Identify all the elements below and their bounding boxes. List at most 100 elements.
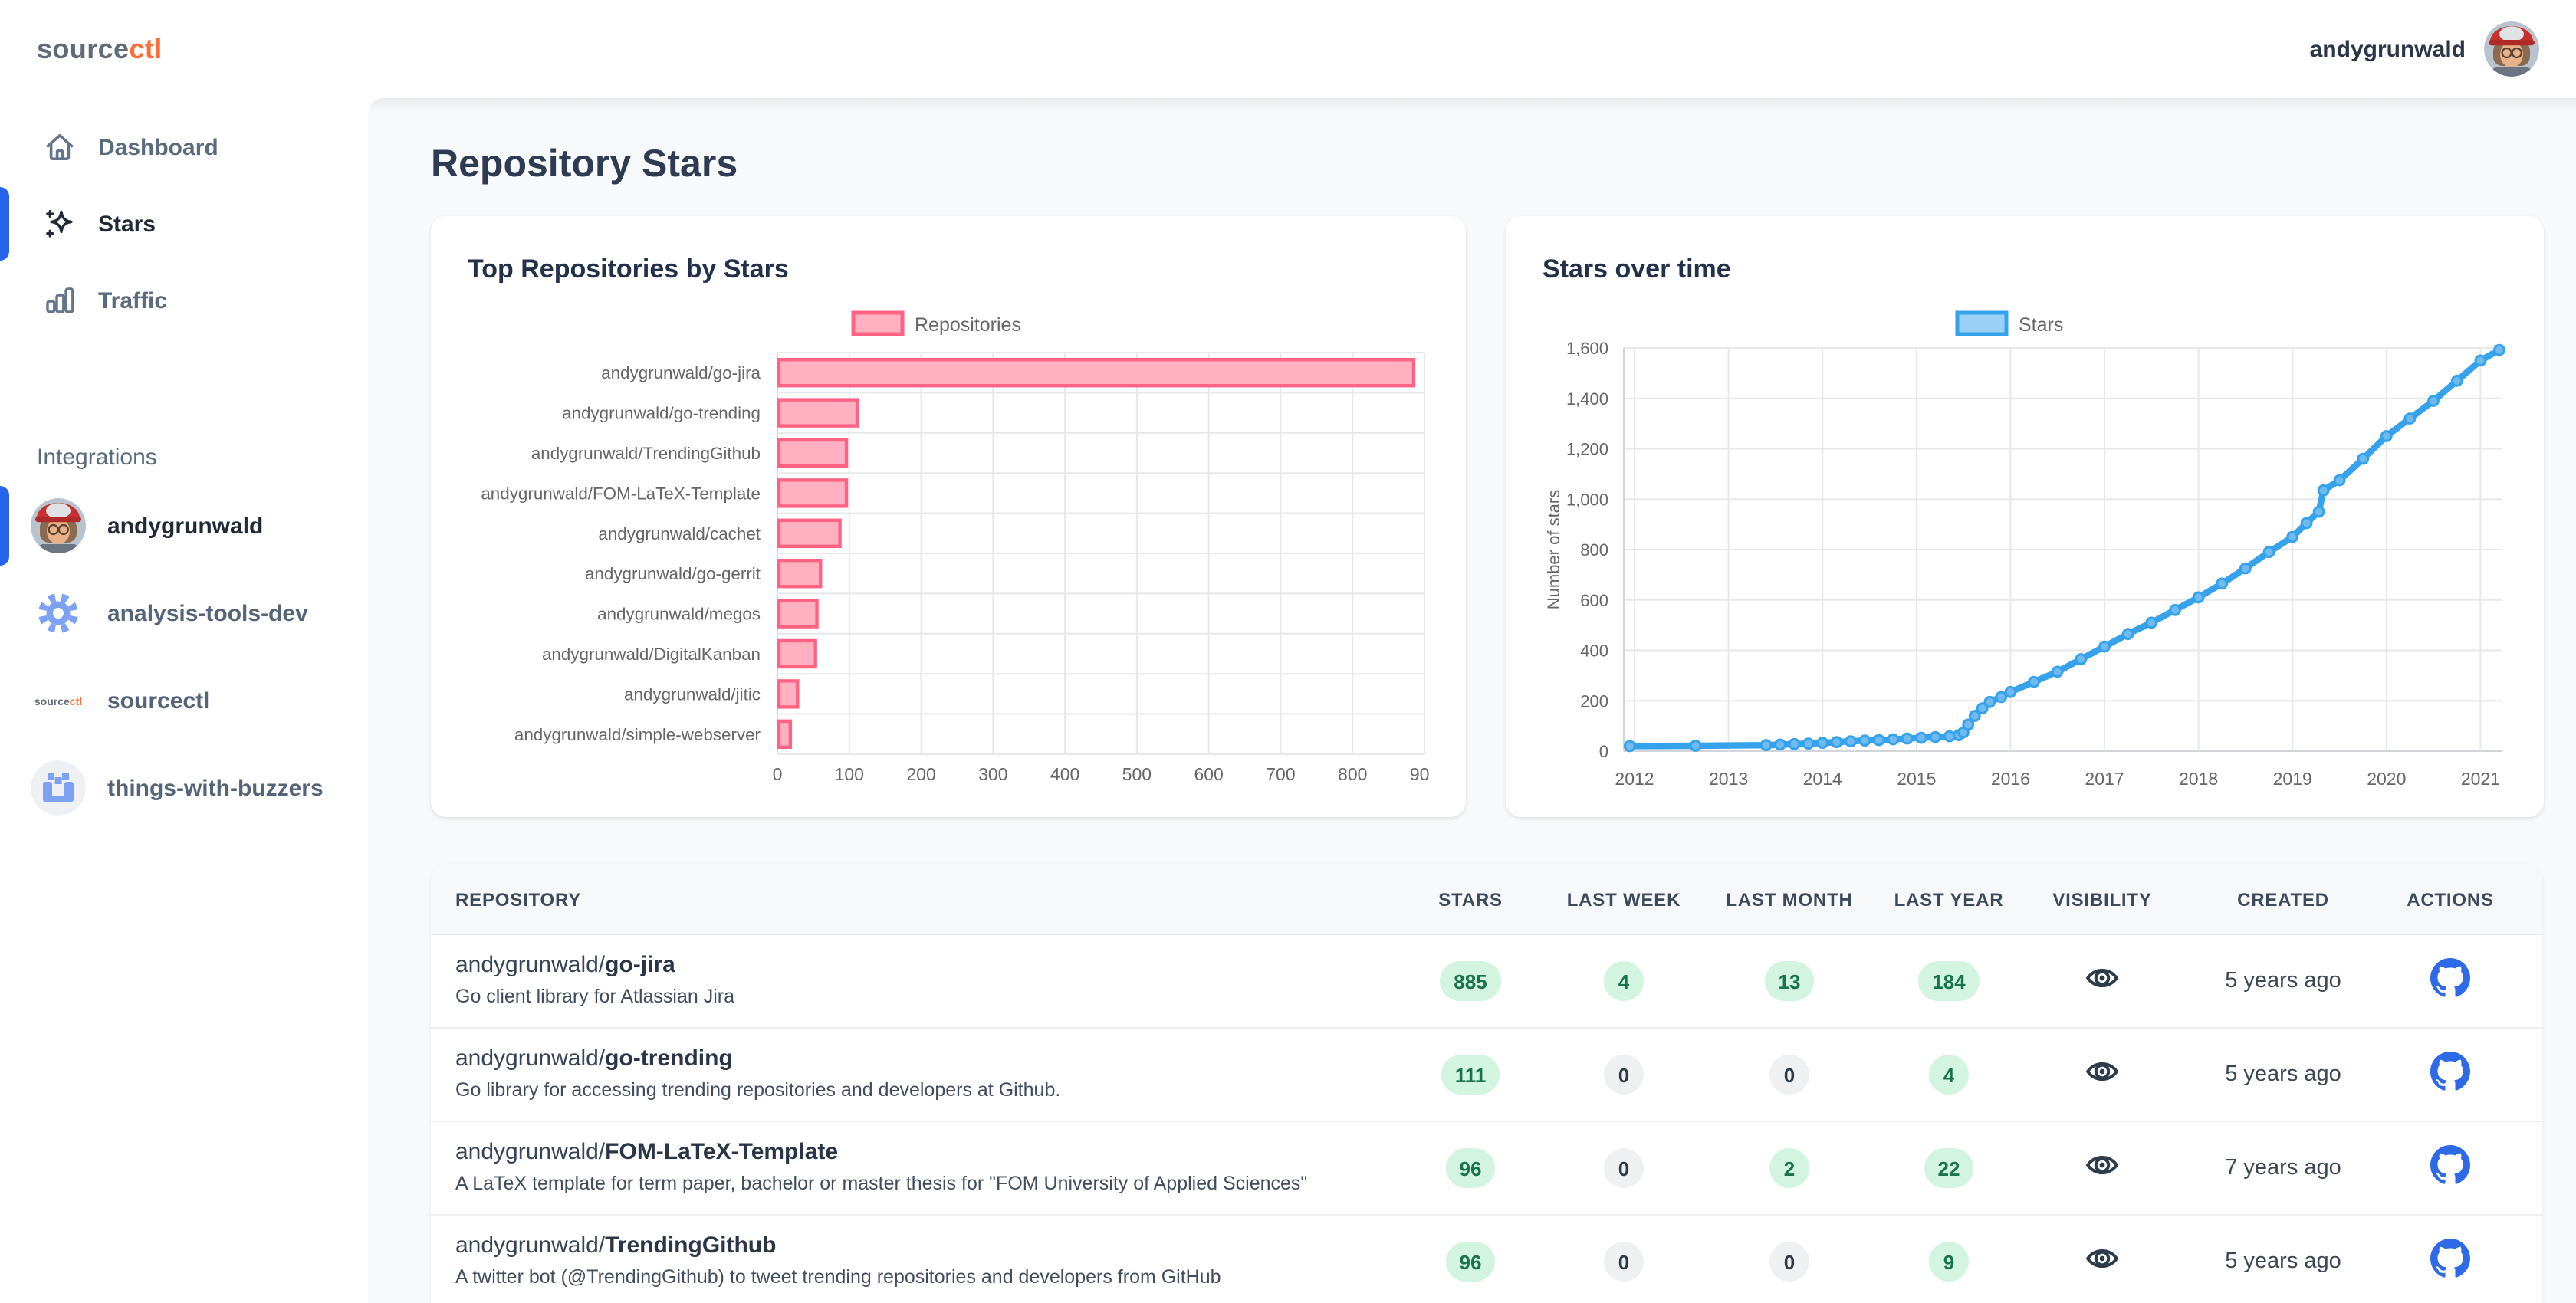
last-month-badge: 13 [1765, 961, 1815, 1001]
brand-logo-part2: ctl [129, 33, 162, 64]
bar-chart-svg: Repositories0100200300400500600700800900… [468, 287, 1429, 793]
top-bar: sourcectl andygrunwald [0, 0, 2576, 98]
column-header-last-month: LAST MONTH [1704, 888, 1875, 910]
svg-text:900: 900 [1410, 764, 1429, 784]
active-indicator [0, 187, 9, 261]
svg-text:2014: 2014 [1803, 769, 1842, 789]
svg-text:Stars: Stars [2019, 314, 2063, 336]
bar-andygrunwald/go-gerrit [779, 560, 820, 586]
visibility-cell [2022, 1239, 2182, 1284]
created-cell: 5 years ago [2182, 969, 2384, 993]
bar-category-label: andygrunwald/jitic [624, 684, 761, 704]
line-chart-legend[interactable]: Stars [1957, 313, 2063, 336]
column-header-visibility: VISIBILITY [2022, 888, 2182, 910]
github-icon[interactable] [2430, 1051, 2470, 1098]
column-header-last-week: LAST WEEK [1544, 888, 1704, 910]
visibility-cell [2022, 1146, 2182, 1190]
stars-badge: 111 [1441, 1055, 1500, 1095]
repository-link[interactable]: andygrunwald/FOM-LaTeX-Template [455, 1139, 1397, 1165]
sidebar-item-stars[interactable]: Stars [0, 187, 368, 261]
last-week-badge: 0 [1604, 1242, 1644, 1282]
svg-text:1,200: 1,200 [1566, 440, 1608, 459]
svg-text:100: 100 [835, 764, 864, 784]
table-row-go-trending: andygrunwald/go-trending Go library for … [431, 1029, 2542, 1122]
sidebar-item-traffic[interactable]: Traffic [0, 264, 368, 337]
top-repositories-card: Top Repositories by Stars Repositories01… [431, 216, 1466, 817]
chart-cards: Top Repositories by Stars Repositories01… [431, 216, 2542, 817]
actions-cell [2384, 957, 2516, 1005]
sourcectl-logo-icon: sourcectl [31, 673, 86, 728]
integration-item-label: things-with-buzzers [107, 775, 324, 801]
github-icon[interactable] [2430, 957, 2470, 1005]
bar-category-label: andygrunwald/go-jira [601, 363, 761, 382]
svg-text:300: 300 [978, 764, 1007, 784]
line-chart-title: Stars over time [1543, 253, 2507, 287]
line-chart-ylabel: Number of stars [1544, 490, 1563, 610]
bar-andygrunwald/DigitalKanban [779, 641, 816, 667]
active-indicator [0, 486, 9, 566]
user-menu[interactable]: andygrunwald [2310, 0, 2539, 98]
integrations-label: Integrations [37, 445, 368, 471]
brand-logo[interactable]: sourcectl [37, 0, 163, 98]
created-cell: 5 years ago [2182, 1249, 2384, 1274]
svg-text:2012: 2012 [1615, 769, 1654, 789]
created-cell: 7 years ago [2182, 1156, 2384, 1180]
svg-text:1,600: 1,600 [1566, 339, 1608, 358]
eye-icon [2084, 1052, 2121, 1097]
stars-line-series [1630, 350, 2499, 747]
integration-item-things-with-buzzers[interactable]: things-with-buzzers [0, 748, 368, 828]
table-row-TrendingGithub: andygrunwald/TrendingGithub A twitter bo… [431, 1216, 2542, 1303]
repository-link[interactable]: andygrunwald/go-trending [455, 1045, 1397, 1072]
svg-text:2019: 2019 [2273, 769, 2312, 789]
buzzers-icon [31, 760, 86, 816]
integration-item-label: andygrunwald [107, 513, 263, 539]
svg-text:1,400: 1,400 [1566, 389, 1608, 409]
svg-text:2015: 2015 [1897, 769, 1936, 789]
integration-item-analysis-tools-dev[interactable]: analysis-tools-dev [0, 573, 368, 653]
bar-category-label: andygrunwald/TrendingGithub [531, 444, 761, 463]
column-header-created: CREATED [2182, 888, 2384, 910]
table-header-row: REPOSITORYSTARSLAST WEEKLAST MONTHLAST Y… [431, 865, 2542, 935]
actions-cell [2384, 1051, 2516, 1098]
github-icon[interactable] [2430, 1144, 2470, 1192]
sparkles-icon [43, 196, 77, 251]
repository-link[interactable]: andygrunwald/TrendingGithub [455, 1232, 1397, 1259]
svg-text:Repositories: Repositories [915, 314, 1021, 336]
bar-andygrunwald/FOM-LaTeX-Template [779, 480, 846, 506]
integration-item-andygrunwald[interactable]: andygrunwald [0, 486, 368, 566]
line-chart: Stars02004006008001,0001,2001,4001,60020… [1543, 287, 2507, 800]
bar-category-label: andygrunwald/go-trending [562, 404, 761, 423]
user-name: andygrunwald [2310, 36, 2466, 62]
home-icon [43, 120, 77, 175]
last-month-badge: 2 [1769, 1148, 1809, 1188]
main-panel: Repository Stars Top Repositories by Sta… [368, 98, 2576, 1303]
brand-logo-part1: source [37, 33, 129, 64]
sidebar-nav: DashboardStars Traffic [0, 110, 368, 340]
sidebar-item-label: Traffic [98, 287, 167, 313]
bar-andygrunwald/jitic [779, 681, 797, 707]
svg-text:600: 600 [1580, 591, 1608, 610]
table-body: andygrunwald/go-jira Go client library f… [431, 935, 2542, 1303]
bar-andygrunwald/TrendingGithub [779, 440, 846, 466]
page-title: Repository Stars [431, 138, 2542, 190]
last-month-badge: 0 [1769, 1242, 1809, 1282]
user-avatar[interactable] [2484, 21, 2539, 77]
visibility-cell [2022, 1052, 2182, 1097]
bar-chart-legend[interactable]: Repositories [853, 313, 1021, 336]
bar-category-label: andygrunwald/DigitalKanban [542, 645, 761, 664]
github-icon[interactable] [2430, 1238, 2470, 1285]
column-header-last-year: LAST YEAR [1875, 888, 2022, 910]
integration-item-label: analysis-tools-dev [107, 600, 308, 626]
bar-category-label: andygrunwald/simple-webserver [514, 725, 761, 744]
sidebar-item-dashboard[interactable]: Dashboard [0, 110, 368, 184]
integration-item-sourcectl[interactable]: sourcectl sourcectl [0, 661, 368, 740]
integrations-list: andygrunwaldanalysis-tools-devsourcectls… [0, 486, 368, 828]
actions-cell [2384, 1238, 2516, 1285]
svg-text:sourcectl: sourcectl [34, 695, 82, 707]
column-header-stars: STARS [1397, 888, 1544, 910]
bar-category-label: andygrunwald/FOM-LaTeX-Template [481, 484, 761, 503]
last-year-badge: 9 [1929, 1242, 1969, 1282]
integration-item-label: sourcectl [107, 688, 209, 714]
svg-text:400: 400 [1580, 642, 1608, 661]
repository-link[interactable]: andygrunwald/go-jira [455, 952, 1397, 978]
